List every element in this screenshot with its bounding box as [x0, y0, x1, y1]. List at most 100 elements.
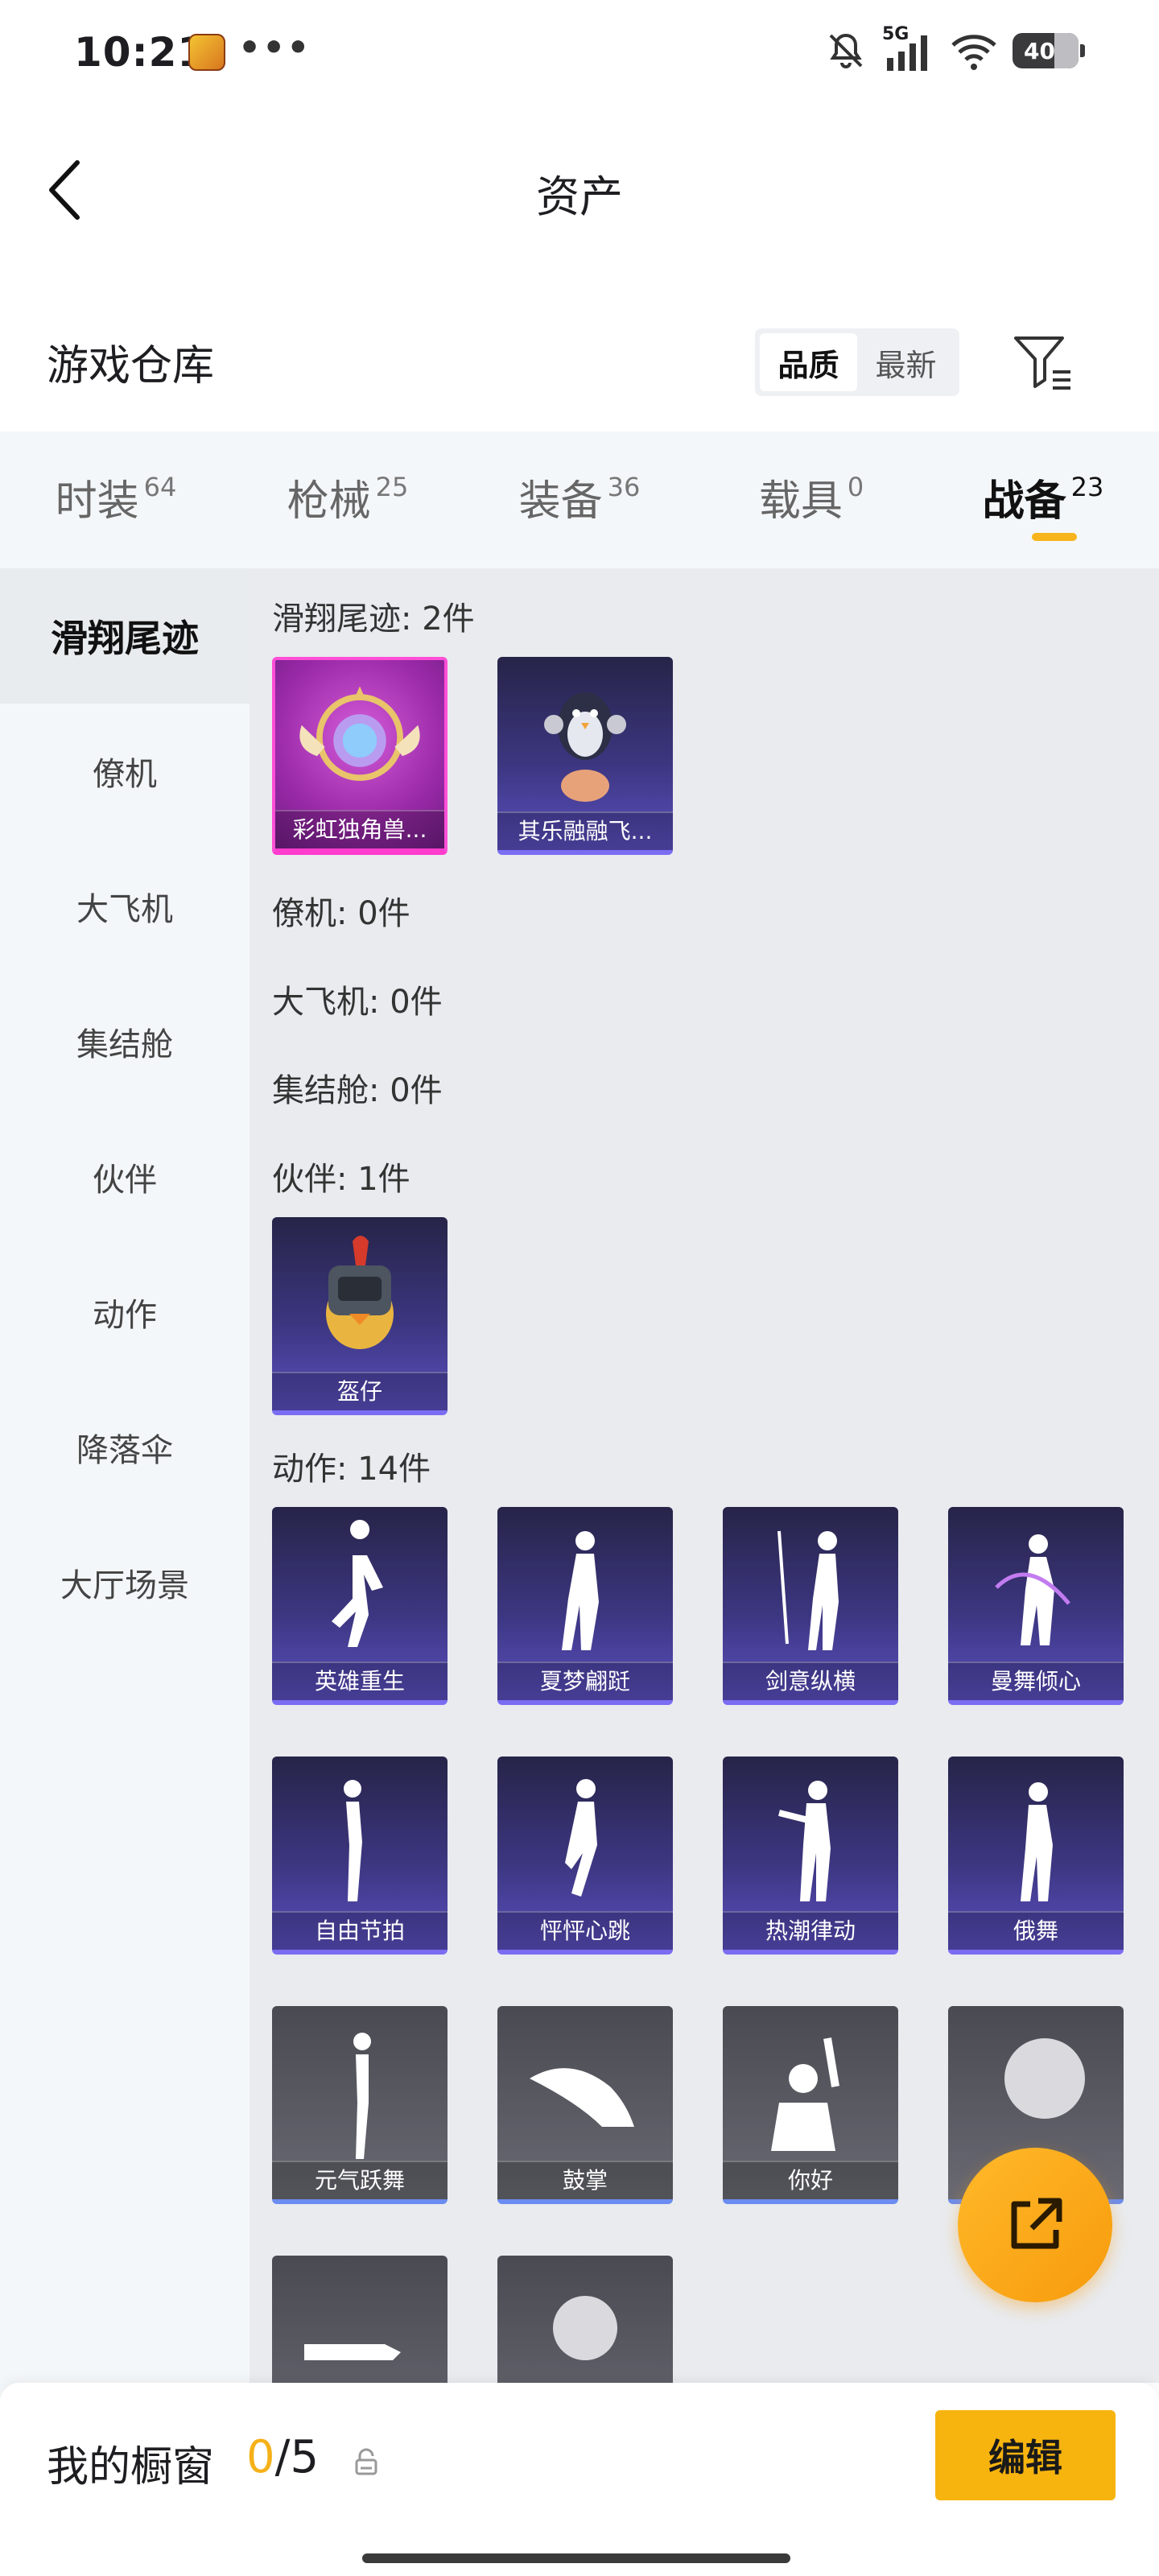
sidebar-item-wingman[interactable]: 僚机	[0, 704, 250, 839]
emote-figure-icon	[565, 1779, 597, 1897]
emote-card[interactable]: 热潮律动	[723, 1757, 898, 1955]
tab-equipment[interactable]: 装备 36	[464, 431, 695, 568]
emote-card[interactable]: 剑意纵横	[723, 1507, 898, 1705]
showcase-count: 0/5	[246, 2431, 319, 2483]
showcase-total: /5	[274, 2431, 320, 2483]
external-link-icon	[1011, 2198, 1062, 2249]
sidebar-item-plane[interactable]: 大飞机	[0, 839, 250, 974]
emote-figure-icon	[332, 1520, 383, 1647]
emote-figure-icon	[304, 2344, 401, 2360]
tab-vehicles[interactable]: 载具 0	[695, 431, 927, 568]
emote-card[interactable]: 元气跃舞	[272, 2006, 448, 2204]
sidebar-item-parachute[interactable]: 降落伞	[0, 1380, 250, 1515]
emote-card[interactable]: 你好	[723, 2006, 898, 2204]
item-card[interactable]: 其乐融融飞...	[497, 657, 673, 855]
showcase-title: 我的橱窗	[47, 2443, 215, 2491]
active-tab-indicator	[1032, 533, 1077, 541]
item-card[interactable]: 彩虹独角兽...	[272, 657, 448, 855]
status-bar: 10:21 ••• 5G 40	[0, 0, 1159, 105]
emote-card[interactable]: 怦怦心跳	[497, 1757, 673, 1955]
item-name: 夏梦翩跹	[497, 1662, 673, 1700]
item-name: 你好	[723, 2161, 898, 2199]
showcase-bar: 我的橱窗 0/5 编辑	[0, 2383, 1159, 2576]
emote-figure-icon	[562, 1531, 599, 1650]
section-title: 游戏仓库	[47, 342, 215, 390]
item-name: 自由节拍	[272, 1911, 448, 1950]
group-header-capsule: 集结舱: 0件	[272, 1072, 443, 1109]
item-name: 怦怦心跳	[497, 1911, 673, 1950]
emote-card[interactable]	[272, 2256, 448, 2383]
item-content-area[interactable]: 滑翔尾迹: 2件 彩虹独角兽... 其乐融融飞... 僚机: 0件 大飞机: 0…	[250, 568, 1159, 2383]
filter-icon[interactable]	[1013, 333, 1074, 391]
sidebar-item-glide-trail[interactable]: 滑翔尾迹	[0, 568, 250, 704]
network-type: 5G	[882, 24, 909, 44]
wifi-icon	[951, 35, 996, 70]
emote-figure-icon	[530, 2068, 634, 2127]
emote-figure-icon	[995, 1534, 1070, 1645]
battery-icon: 40	[1013, 33, 1085, 68]
battery-level: 40	[1024, 37, 1055, 64]
sort-quality-button[interactable]: 品质	[760, 333, 857, 391]
tab-count: 23	[1070, 472, 1104, 502]
item-name: 其乐融融飞...	[497, 811, 673, 850]
tab-count: 64	[143, 472, 177, 502]
tab-battle-prep[interactable]: 战备 23	[927, 431, 1159, 568]
emote-figure-icon	[1004, 2038, 1085, 2119]
emote-figure-icon	[778, 1781, 831, 1901]
item-name: 英雄重生	[272, 1662, 448, 1700]
emote-card[interactable]: 鼓掌	[497, 2006, 673, 2204]
item-name: 彩虹独角兽...	[275, 810, 444, 848]
emote-figure-icon	[553, 2296, 617, 2360]
more-notifications-icon: •••	[238, 27, 311, 68]
page-title: 资产	[536, 171, 623, 222]
item-name: 鼓掌	[497, 2161, 673, 2199]
item-name: 曼舞倾心	[948, 1662, 1124, 1700]
edit-button[interactable]: 编辑	[935, 2410, 1116, 2500]
app-header: 资产	[0, 129, 1159, 250]
showcase-current: 0	[246, 2431, 275, 2483]
tab-label: 载具	[758, 477, 843, 526]
group-header-glide-trail: 滑翔尾迹: 2件	[272, 601, 475, 638]
group-header-emote: 动作: 14件	[272, 1451, 431, 1488]
lock-icon	[355, 2448, 377, 2475]
signal-icon: 5G	[882, 24, 935, 72]
tab-count: 25	[375, 472, 409, 502]
emote-figure-icon	[771, 2037, 839, 2151]
emote-card[interactable]: 夏梦翩跹	[497, 1507, 673, 1705]
group-header-wingman: 僚机: 0件	[272, 895, 410, 932]
emote-card[interactable]	[497, 2256, 673, 2383]
home-indicator	[362, 2553, 790, 2563]
tab-guns[interactable]: 枪械 25	[232, 431, 464, 568]
sort-toggle: 品质 最新	[755, 328, 959, 396]
item-name: 剑意纵横	[723, 1662, 898, 1700]
tab-label: 装备	[518, 477, 603, 526]
emote-card[interactable]: 曼舞倾心	[948, 1507, 1124, 1705]
emote-figure-icon	[353, 2033, 371, 2159]
sidebar-item-partner[interactable]: 伙伴	[0, 1109, 250, 1245]
penguin-icon	[544, 692, 626, 802]
item-name: 热潮律动	[723, 1911, 898, 1950]
emote-card[interactable]: 英雄重生	[272, 1507, 448, 1705]
app-notification-icon	[188, 34, 225, 71]
item-name: 盔仔	[272, 1372, 448, 1410]
mute-bell-icon	[829, 33, 863, 68]
sidebar-item-lobby-scene[interactable]: 大厅场景	[0, 1515, 250, 1650]
sidebar-item-capsule[interactable]: 集结舱	[0, 974, 250, 1109]
tab-count: 0	[847, 472, 864, 502]
emote-card[interactable]: 自由节拍	[272, 1757, 448, 1955]
tab-fashion[interactable]: 时装 64	[0, 431, 232, 568]
sort-newest-button[interactable]: 最新	[857, 333, 955, 391]
tab-label: 时装	[55, 477, 139, 526]
subcategory-sidebar: 滑翔尾迹 僚机 大飞机 集结舱 伙伴 动作 降落伞 大厅场景	[0, 568, 250, 2415]
tab-label: 枪械	[287, 477, 371, 526]
share-button[interactable]	[958, 2148, 1112, 2302]
category-tabs: 时装 64 枪械 25 装备 36 载具 0 战备 23	[0, 431, 1159, 568]
group-header-partner: 伙伴: 1件	[272, 1161, 410, 1198]
item-card[interactable]: 盔仔	[272, 1217, 448, 1415]
sidebar-item-emote[interactable]: 动作	[0, 1245, 250, 1380]
item-name: 元气跃舞	[272, 2161, 448, 2199]
unicorn-badge-icon	[299, 686, 420, 782]
tab-label: 战备	[982, 477, 1066, 526]
emote-card[interactable]: 俄舞	[948, 1757, 1124, 1955]
item-name: 俄舞	[948, 1911, 1124, 1950]
